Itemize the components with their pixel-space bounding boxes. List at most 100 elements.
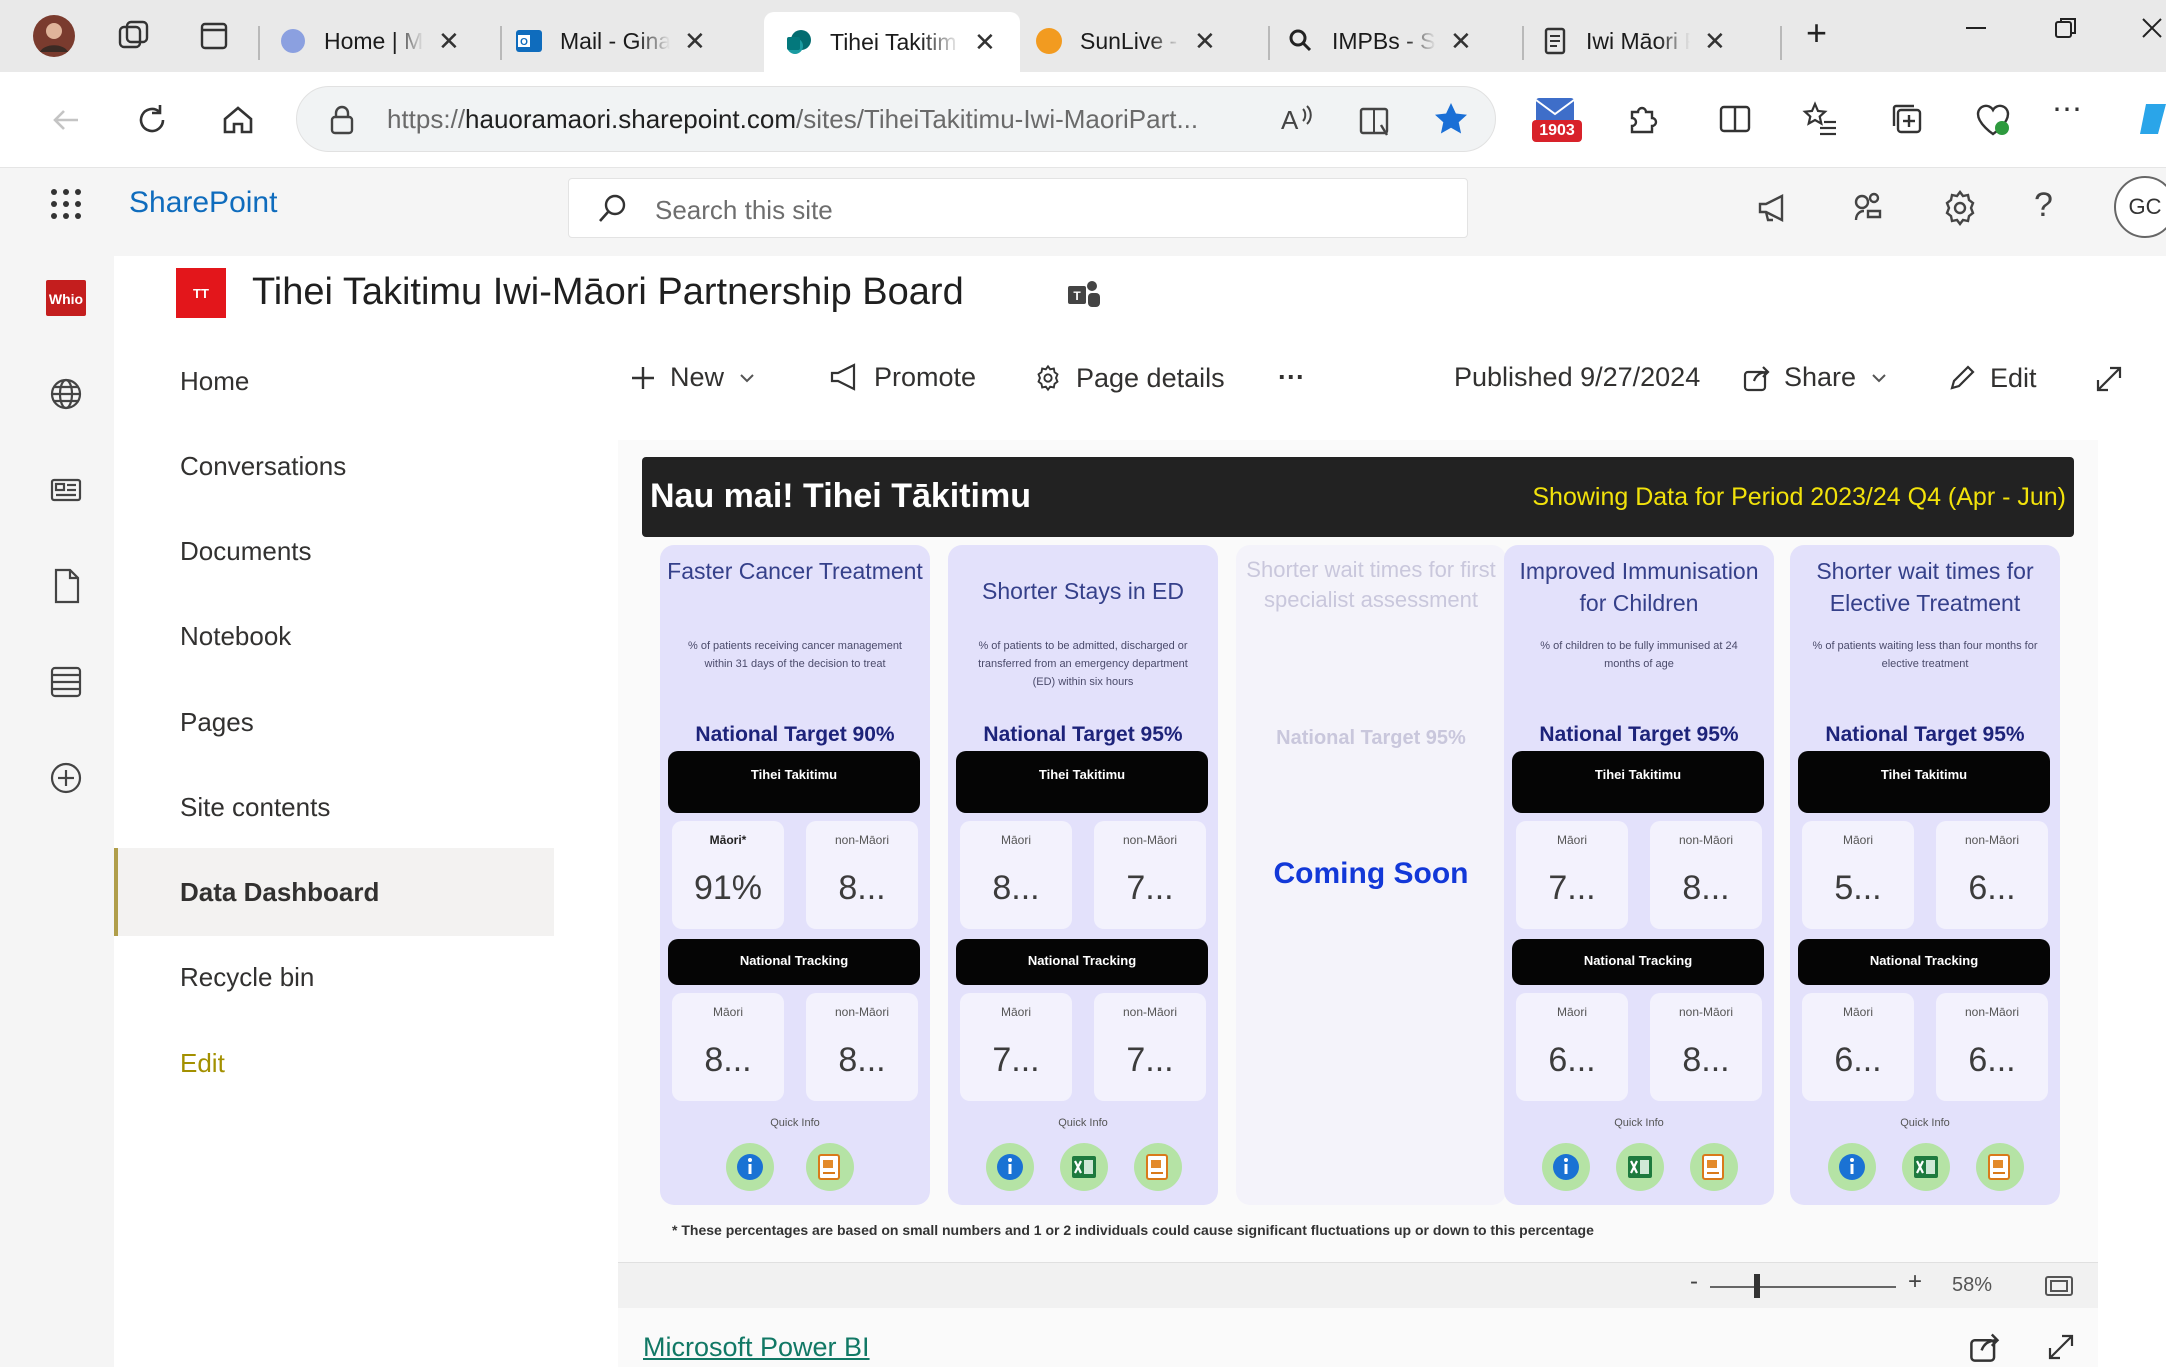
teams-icon[interactable]: T: [1064, 276, 1104, 316]
new-tab-button[interactable]: +: [1806, 12, 1827, 54]
zoom-slider-track[interactable]: [1710, 1286, 1896, 1288]
info-icon[interactable]: [726, 1143, 774, 1191]
kpi-card-shorter-stays-ed[interactable]: Shorter Stays in ED % of patients to be …: [948, 545, 1218, 1205]
address-bar[interactable]: https://hauoramaori.sharepoint.com/sites…: [296, 86, 1496, 152]
nav-edit-link[interactable]: Edit: [180, 1048, 225, 1079]
national-maori-cell[interactable]: Māori 6...: [1802, 993, 1914, 1101]
favorite-star-icon[interactable]: [1431, 99, 1471, 139]
excel-icon[interactable]: [1616, 1143, 1664, 1191]
local-maori-cell[interactable]: Māori 5...: [1802, 821, 1914, 929]
minimize-button[interactable]: [1962, 14, 1990, 42]
close-icon[interactable]: ✕: [1194, 26, 1216, 57]
local-maori-cell[interactable]: Māori 7...: [1516, 821, 1628, 929]
home-icon[interactable]: [216, 98, 260, 142]
local-non-maori-cell[interactable]: non-Māori 6...: [1936, 821, 2048, 929]
app-launcher-icon[interactable]: [48, 186, 84, 222]
more-commands-button[interactable]: ···: [1278, 362, 1305, 393]
zoom-out-button[interactable]: -: [1690, 1268, 1698, 1296]
nav-conversations[interactable]: Conversations: [180, 451, 346, 482]
lists-icon[interactable]: [44, 660, 88, 704]
globe-icon[interactable]: [44, 372, 88, 416]
kpi-card-coming-soon[interactable]: Shorter wait times for first specialist …: [1236, 545, 1506, 1205]
zoom-slider-thumb[interactable]: [1754, 1274, 1760, 1298]
close-window-button[interactable]: [2138, 14, 2166, 42]
refresh-icon[interactable]: [130, 98, 174, 142]
restore-button[interactable]: [2052, 14, 2080, 42]
national-maori-cell[interactable]: Māori 7...: [960, 993, 1072, 1101]
info-icon[interactable]: [986, 1143, 1034, 1191]
kpi-card-faster-cancer[interactable]: Faster Cancer Treatment % of patients re…: [660, 545, 930, 1205]
local-non-maori-cell[interactable]: non-Māori 8...: [806, 821, 918, 929]
nav-pages[interactable]: Pages: [180, 707, 254, 738]
report-icon[interactable]: [1690, 1143, 1738, 1191]
news-icon[interactable]: [44, 468, 88, 512]
nav-notebook[interactable]: Notebook: [180, 621, 291, 652]
close-icon[interactable]: ✕: [438, 26, 460, 57]
site-search-input[interactable]: Search this site: [568, 178, 1468, 238]
new-button[interactable]: New: [628, 362, 768, 393]
excel-icon[interactable]: [1060, 1143, 1108, 1191]
local-non-maori-cell[interactable]: non-Māori 8...: [1650, 821, 1762, 929]
nav-documents[interactable]: Documents: [180, 536, 312, 567]
tab-iwi-maori[interactable]: Iwi Māori Pa ✕: [1540, 12, 1726, 70]
more-options-icon[interactable]: ⋯: [2052, 92, 2098, 138]
settings-gear-icon[interactable]: [1938, 186, 1982, 230]
local-maori-cell[interactable]: Māori* 91%: [672, 821, 784, 929]
national-non-maori-cell[interactable]: non-Māori 8...: [1650, 993, 1762, 1101]
kpi-card-immunisation[interactable]: Improved Immunisation for Children % of …: [1504, 545, 1774, 1205]
info-icon[interactable]: [1828, 1143, 1876, 1191]
report-icon[interactable]: [1976, 1143, 2024, 1191]
megaphone-icon[interactable]: [1752, 186, 1796, 230]
tab-sunlive[interactable]: SunLive - Ma ✕: [1034, 12, 1216, 70]
feedback-icon[interactable]: [1846, 186, 1890, 230]
sharepoint-brand-link[interactable]: SharePoint: [129, 186, 277, 220]
create-plus-icon[interactable]: [44, 756, 88, 800]
kpi-card-elective-treatment[interactable]: Shorter wait times for Elective Treatmen…: [1790, 545, 2060, 1205]
read-aloud-icon[interactable]: A: [1277, 101, 1315, 139]
collections-icon[interactable]: [1884, 96, 1930, 142]
fit-to-page-icon[interactable]: [2044, 1274, 2074, 1298]
workspaces-icon[interactable]: [112, 14, 156, 58]
site-logo[interactable]: TT: [176, 268, 226, 318]
national-maori-cell[interactable]: Māori 8...: [672, 993, 784, 1101]
copilot-icon[interactable]: [2132, 96, 2166, 142]
excel-icon[interactable]: [1902, 1143, 1950, 1191]
page-details-button[interactable]: Page details: [1032, 362, 1225, 394]
nav-data-dashboard[interactable]: Data Dashboard: [180, 877, 379, 908]
promote-button[interactable]: Promote: [828, 362, 976, 393]
browser-essentials-icon[interactable]: [1970, 96, 2016, 142]
national-maori-cell[interactable]: Māori 6...: [1516, 993, 1628, 1101]
tab-home[interactable]: Home | Micr ✕: [278, 12, 460, 70]
mail-notification-icon[interactable]: 1903: [1530, 94, 1584, 144]
close-icon[interactable]: ✕: [1704, 26, 1726, 57]
report-icon[interactable]: [1134, 1143, 1182, 1191]
close-icon[interactable]: ✕: [684, 26, 706, 57]
info-icon[interactable]: [1542, 1143, 1590, 1191]
fullscreen-icon[interactable]: [2044, 1330, 2078, 1364]
local-maori-cell[interactable]: Māori 8...: [960, 821, 1072, 929]
nav-recycle-bin[interactable]: Recycle bin: [180, 962, 314, 993]
immersive-reader-icon[interactable]: [1355, 101, 1395, 141]
local-non-maori-cell[interactable]: non-Māori 7...: [1094, 821, 1206, 929]
close-icon[interactable]: ✕: [1450, 26, 1472, 57]
file-icon[interactable]: [44, 564, 88, 608]
profile-avatar-icon[interactable]: [32, 14, 76, 58]
site-title[interactable]: Tihei Takitimu Iwi-Māori Partnership Boa…: [252, 271, 964, 314]
share-report-icon[interactable]: [1968, 1330, 2002, 1364]
nav-home[interactable]: Home: [180, 366, 249, 397]
back-arrow-icon[interactable]: [44, 98, 88, 142]
split-screen-icon[interactable]: [1712, 96, 1758, 142]
help-icon[interactable]: ?: [2034, 186, 2078, 230]
tab-actions-icon[interactable]: [192, 14, 236, 58]
close-icon[interactable]: ✕: [974, 27, 996, 58]
lock-icon[interactable]: [327, 103, 357, 137]
tab-tihei-takitimu[interactable]: Tihei Takitim ✕: [764, 12, 1020, 72]
national-non-maori-cell[interactable]: non-Māori 7...: [1094, 993, 1206, 1101]
powerbi-link[interactable]: Microsoft Power BI: [643, 1332, 870, 1363]
favorites-list-icon[interactable]: [1798, 96, 1844, 142]
zoom-in-button[interactable]: +: [1908, 1268, 1922, 1296]
whio-site-icon[interactable]: Whio: [44, 276, 88, 320]
extensions-puzzle-icon[interactable]: [1620, 96, 1666, 142]
national-non-maori-cell[interactable]: non-Māori 8...: [806, 993, 918, 1101]
share-button[interactable]: Share: [1742, 362, 1900, 393]
